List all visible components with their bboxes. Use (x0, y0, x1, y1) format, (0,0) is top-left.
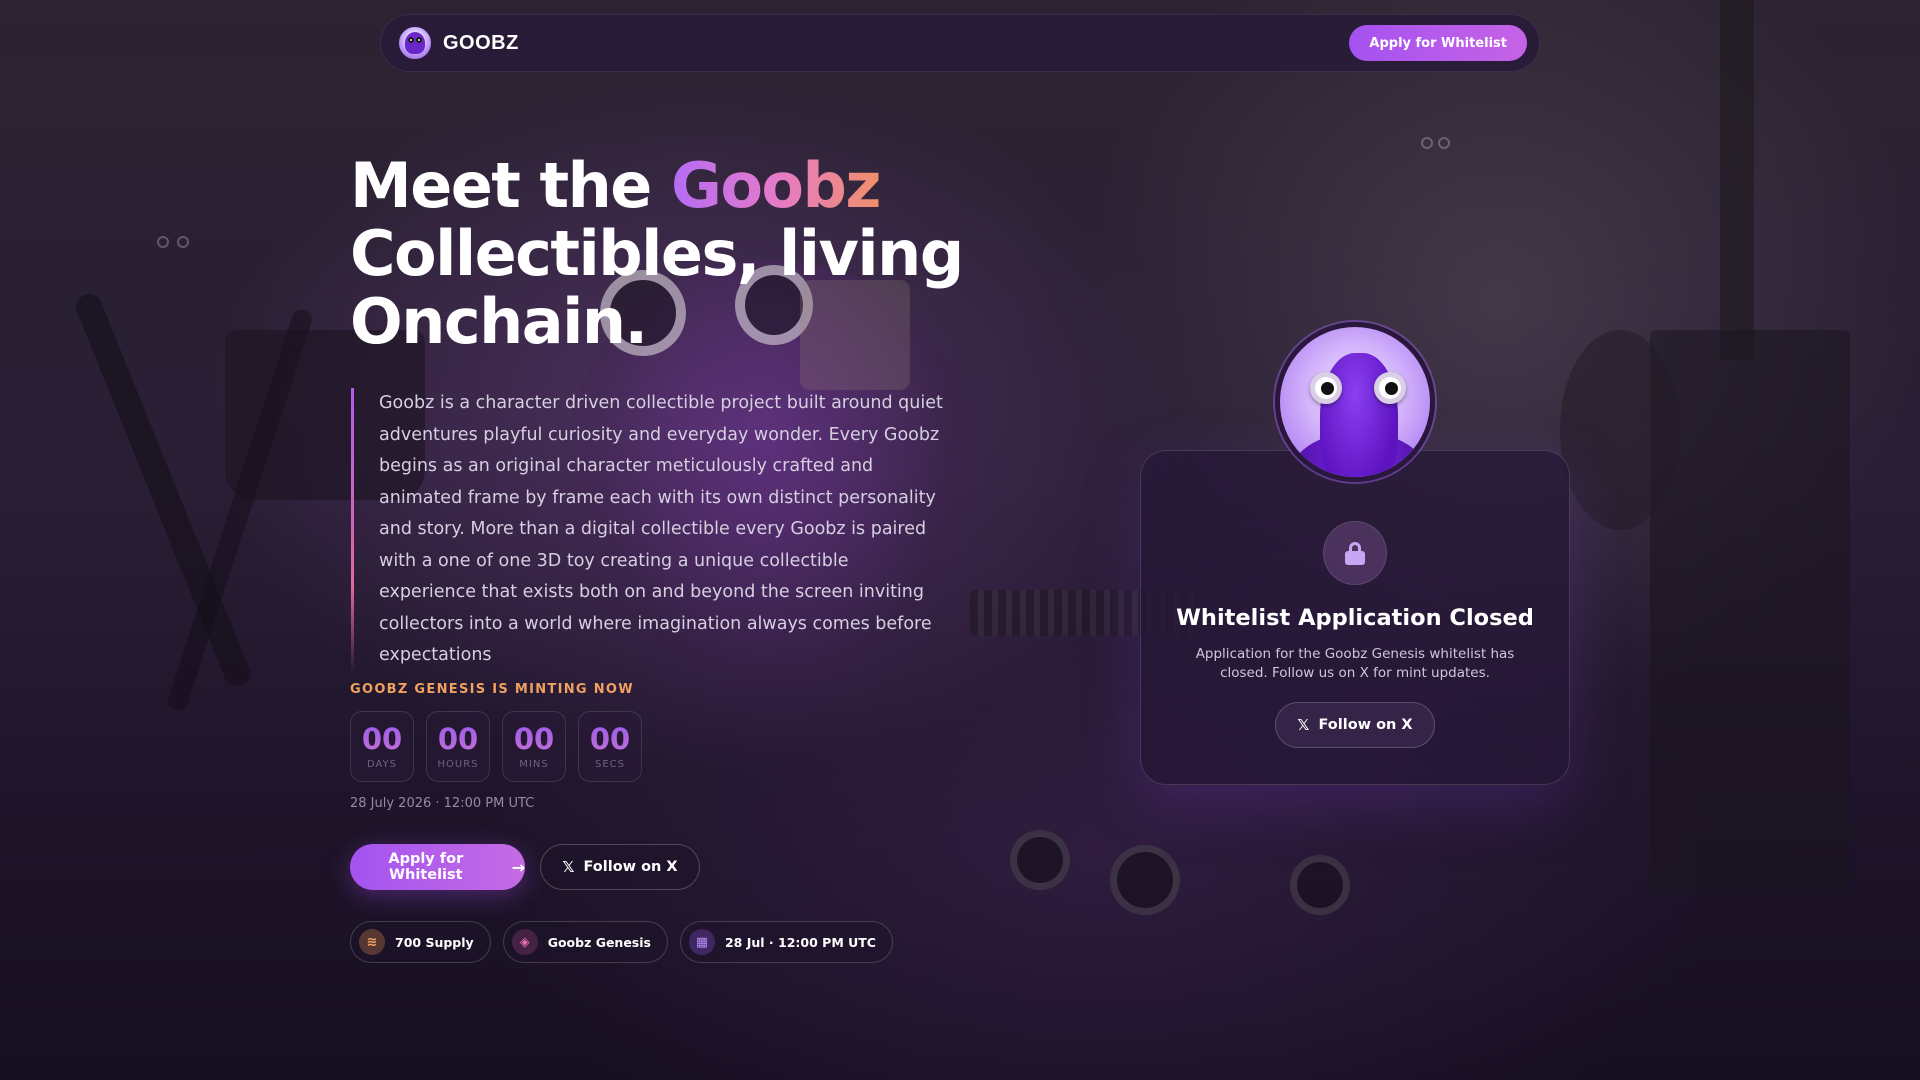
card-follow-label: Follow on X (1318, 717, 1413, 733)
hero-description: Goobz is a character driven collectible … (351, 388, 951, 672)
x-logo-icon: 𝕏 (1297, 716, 1310, 734)
apply-whitelist-label: Apply for Whitelist (388, 851, 464, 883)
hero-title-part1: Meet the (350, 149, 671, 222)
eye-icon: ◈ (511, 929, 538, 955)
countdown-unit: SECS (595, 759, 625, 770)
background-machine (1650, 330, 1850, 890)
countdown-days: 00 DAYS (350, 711, 414, 782)
goobz-logo-icon[interactable] (397, 25, 433, 61)
avatar-eye (1310, 372, 1342, 404)
chip-supply: ≋ 700 Supply (350, 921, 491, 963)
follow-on-x-label: Follow on X (583, 859, 678, 875)
background-lamp (165, 307, 315, 713)
chip-collection: ◈ Goobz Genesis (502, 921, 668, 963)
countdown-unit: DAYS (366, 759, 398, 770)
background-dot (1421, 137, 1433, 149)
countdown: 00 DAYS 00 HOURS 00 MINS 00 SECS (350, 711, 642, 782)
countdown-unit: MINS (519, 759, 549, 770)
hero-title: Meet the Goobz Collectibles, living Onch… (350, 152, 1000, 356)
chip-label: 28 Jul · 12:00 PM UTC (724, 934, 876, 950)
background-floor-eye (1290, 855, 1350, 915)
countdown-unit: HOURS (437, 759, 479, 770)
background-dot (1438, 137, 1450, 149)
hero-title-part2: Collectibles, living (350, 217, 964, 290)
arrow-right-icon: → (511, 857, 525, 877)
card-description: Application for the Goobz Genesis whitel… (1195, 646, 1515, 681)
countdown-value: 00 (361, 722, 403, 756)
follow-on-x-button[interactable]: 𝕏 Follow on X (540, 844, 700, 890)
mint-date: 28 July 2026 · 12:00 PM UTC (350, 796, 535, 811)
background-dot (157, 236, 169, 248)
chip-date: ▦ 28 Jul · 12:00 PM UTC (679, 921, 893, 963)
calendar-icon: ▦ (688, 929, 715, 955)
chip-label: Goobz Genesis (547, 934, 651, 950)
hero-title-highlight: Goobz (670, 149, 882, 222)
goobz-avatar (1275, 322, 1435, 482)
background-floor-eye (1010, 830, 1070, 890)
background-floor-eye (1110, 845, 1180, 915)
lock-icon (1323, 521, 1387, 585)
card-title: Whitelist Application Closed (1176, 605, 1534, 631)
background-wheel (1560, 330, 1680, 530)
background-lamp (72, 290, 254, 690)
cta-row: Apply for Whitelist → 𝕏 Follow on X (350, 844, 700, 890)
minting-label: GOOBZ GENESIS IS MINTING NOW (350, 682, 634, 697)
countdown-hours: 00 HOURS (426, 711, 490, 782)
countdown-secs: 00 SECS (578, 711, 642, 782)
countdown-value: 00 (437, 722, 479, 756)
chip-label: 700 Supply (395, 934, 474, 950)
countdown-mins: 00 MINS (502, 711, 566, 782)
background-pole (1720, 0, 1754, 360)
x-logo-icon: 𝕏 (562, 858, 575, 876)
info-chips: ≋ 700 Supply ◈ Goobz Genesis ▦ 28 Jul · … (350, 921, 893, 963)
background-dot (177, 236, 189, 248)
apply-whitelist-button[interactable]: Apply for Whitelist → (350, 844, 525, 890)
countdown-value: 00 (513, 722, 555, 756)
avatar-eye (1374, 372, 1406, 404)
card-follow-on-x-button[interactable]: 𝕏 Follow on X (1275, 702, 1435, 748)
hero-title-part3: Onchain. (350, 285, 648, 358)
stack-icon: ≋ (359, 929, 385, 955)
top-nav: GOOBZ Apply for Whitelist (380, 14, 1540, 72)
brand-name[interactable]: GOOBZ (443, 32, 519, 55)
nav-apply-whitelist-button[interactable]: Apply for Whitelist (1349, 25, 1527, 61)
countdown-value: 00 (589, 722, 631, 756)
